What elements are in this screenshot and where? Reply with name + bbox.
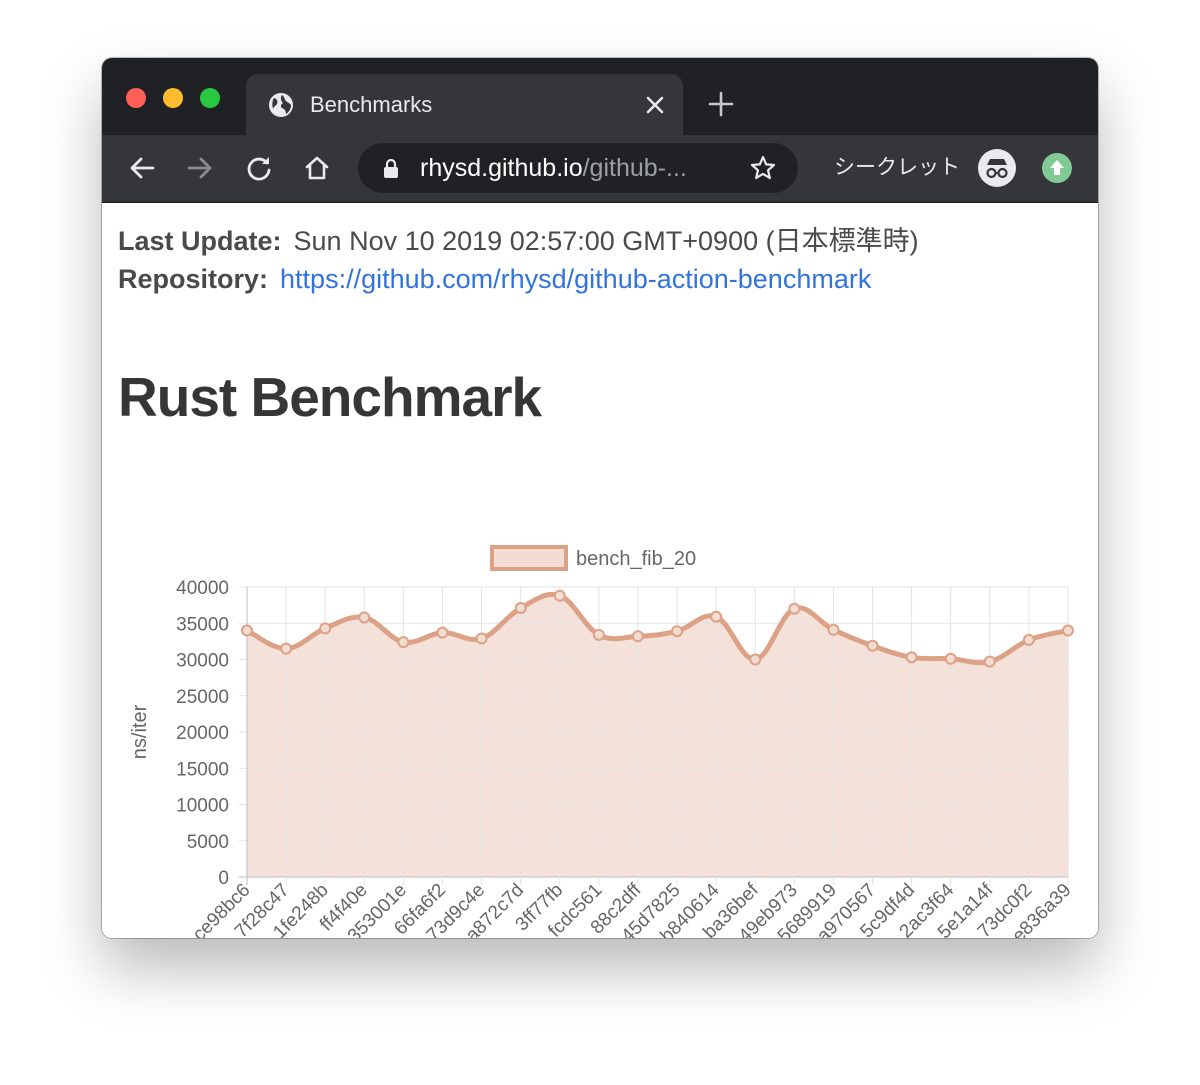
page-content: Last Update: Sun Nov 10 2019 02:57:00 GMT… (102, 203, 1098, 938)
data-point (866, 639, 879, 652)
y-tick-label: 0 (218, 868, 229, 889)
update-available-icon[interactable] (1042, 153, 1072, 183)
y-tick-label: 10000 (176, 796, 229, 817)
data-point (1062, 624, 1074, 637)
data-point (983, 655, 996, 668)
data-point (827, 623, 840, 636)
data-point (749, 653, 762, 666)
browser-window: Benchmarks rhysd.github.io/github-... シー… (102, 58, 1098, 938)
y-tick-label: 35000 (176, 614, 229, 635)
browser-toolbar: rhysd.github.io/github-... シークレット (102, 135, 1098, 203)
benchmark-chart: 0 5000 10000 15000 20000 25000 30000 35000 40000… (129, 545, 1076, 938)
data-point (788, 602, 801, 615)
address-bar[interactable]: rhysd.github.io/github-... (358, 143, 798, 193)
data-point (944, 652, 957, 665)
data-point (1022, 633, 1035, 646)
url-text: rhysd.github.io/github-... (420, 154, 687, 182)
tab-title: Benchmarks (310, 92, 433, 117)
data-point (358, 611, 371, 624)
data-point (671, 625, 684, 638)
data-point (475, 632, 488, 645)
y-tick-label: 5000 (187, 832, 229, 853)
incognito-label: シークレット (834, 156, 960, 179)
data-point (514, 602, 527, 615)
forward-arrow-icon[interactable] (186, 154, 214, 182)
data-point (553, 589, 566, 602)
y-tick-label: 30000 (176, 651, 229, 672)
data-point (280, 642, 293, 655)
lock-icon (384, 158, 398, 178)
y-axis-title: ns/iter (129, 704, 151, 759)
tab-strip: Benchmarks (102, 58, 1098, 135)
back-arrow-icon[interactable] (128, 154, 156, 182)
close-window-button[interactable] (126, 88, 146, 108)
tab-benchmarks[interactable]: Benchmarks (246, 74, 683, 135)
incognito-icon[interactable] (978, 149, 1016, 187)
bookmark-star-icon[interactable] (750, 155, 776, 181)
data-point (631, 630, 644, 643)
minimize-window-button[interactable] (163, 88, 183, 108)
data-point (592, 628, 605, 641)
legend-label: bench_fib_20 (576, 548, 696, 570)
new-tab-icon[interactable] (708, 91, 734, 117)
y-tick-label: 25000 (176, 687, 229, 708)
y-tick-label: 40000 (176, 578, 229, 599)
legend-swatch (490, 545, 568, 571)
data-point (905, 651, 918, 664)
y-tick-label: 15000 (176, 759, 229, 780)
home-icon[interactable] (303, 154, 331, 182)
data-point (241, 624, 253, 637)
data-point (436, 626, 449, 639)
globe-icon (269, 93, 293, 117)
url-host: rhysd.github.io (420, 154, 583, 182)
data-point (397, 636, 410, 649)
close-tab-icon[interactable] (644, 94, 666, 116)
data-point (710, 610, 723, 623)
y-tick-label: 20000 (176, 723, 229, 744)
reload-icon[interactable] (245, 154, 273, 182)
data-point (319, 622, 332, 635)
url-path: /github-... (582, 154, 687, 182)
zoom-window-button[interactable] (200, 88, 220, 108)
